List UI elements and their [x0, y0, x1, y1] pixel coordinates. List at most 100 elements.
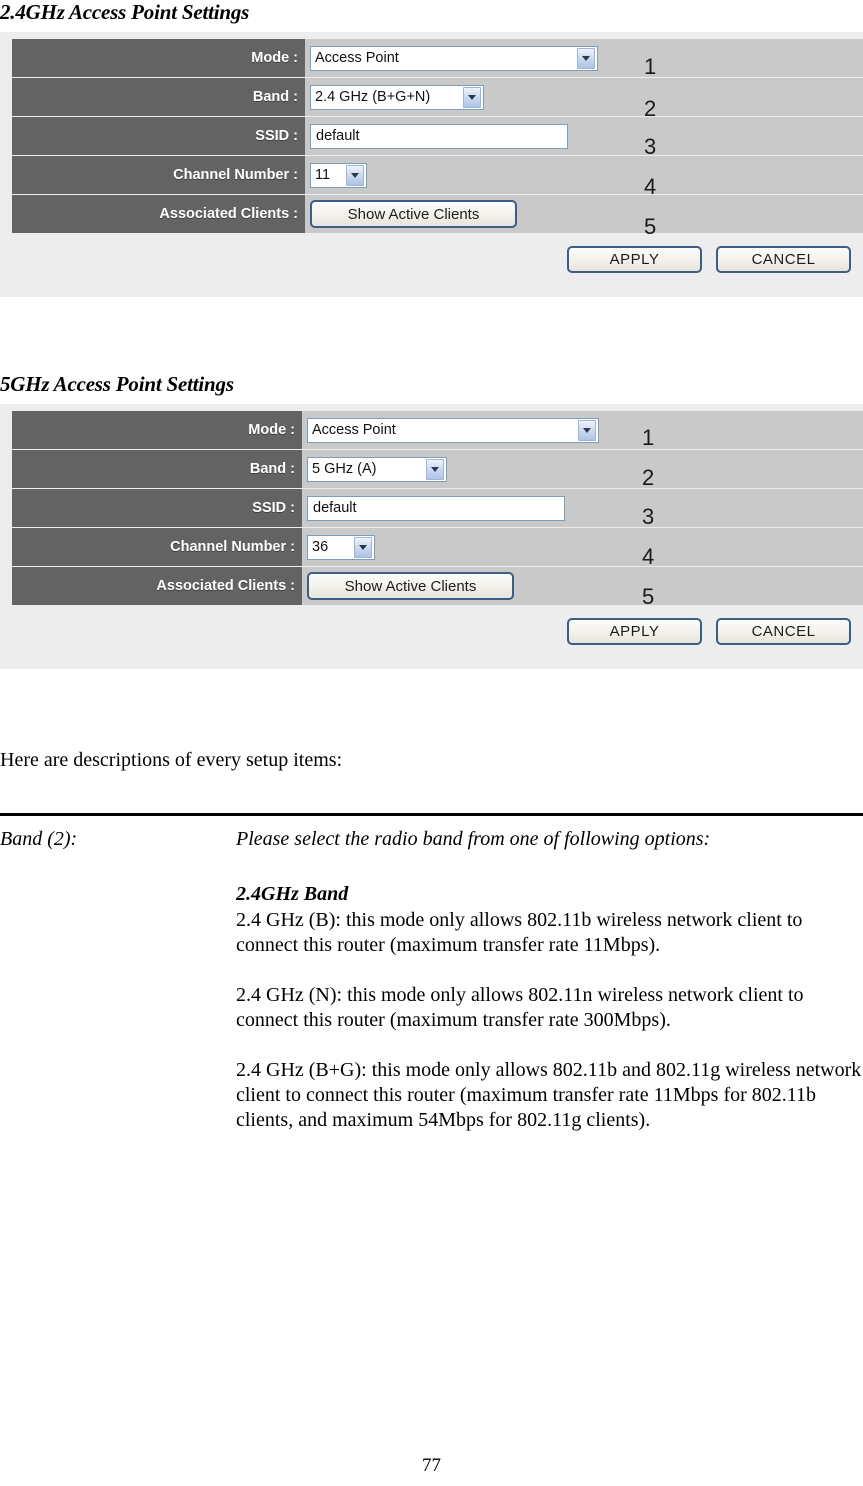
cancel-label: CANCEL	[751, 623, 816, 640]
show-active-clients-button[interactable]: Show Active Clients	[310, 200, 517, 228]
mode-select[interactable]: Access Point	[307, 417, 599, 443]
show-active-clients-button[interactable]: Show Active Clients	[307, 572, 514, 600]
row-label-associated-clients: Associated Clients :	[12, 195, 305, 233]
callout-number-4: 4	[642, 544, 655, 569]
channel-number-select-value: 11	[315, 167, 331, 183]
row-field-band: 2.4 GHz (B+G+N) 2	[305, 78, 863, 120]
table-row: Channel Number : 36 4	[0, 528, 863, 569]
chevron-down-icon[interactable]	[577, 47, 595, 69]
row-label-mode: Mode :	[12, 411, 302, 449]
channel-number-select[interactable]: 11	[310, 162, 367, 188]
chevron-down-icon[interactable]	[346, 164, 364, 186]
definition-body: Please select the radio band from one of…	[236, 827, 863, 1158]
table-row: Associated Clients : Show Active Clients…	[0, 567, 863, 609]
apply-label: APPLY	[609, 251, 660, 268]
callout-number-1: 1	[642, 425, 655, 450]
band-select-value: 2.4 GHz (B+G+N)	[315, 89, 431, 105]
definition-term: Band (2):	[0, 828, 78, 850]
apply-button[interactable]: APPLY	[567, 618, 702, 645]
intro-text: Here are descriptions of every setup ite…	[0, 749, 343, 771]
ssid-input-value: default	[316, 128, 360, 144]
apply-label: APPLY	[609, 623, 660, 640]
page-title-5ghz: 5GHz Access Point Settings	[0, 372, 234, 396]
table-row: Band : 2.4 GHz (B+G+N) 2	[0, 78, 863, 120]
mode-select-value: Access Point	[312, 422, 396, 438]
row-field-channel-number: 36 4	[302, 528, 863, 569]
row-field-ssid: default 3	[305, 117, 863, 159]
definition-lead: Please select the radio band from one of…	[236, 828, 711, 850]
section-5ghz: 5GHz Access Point Settings Mode : Access…	[0, 372, 863, 669]
form-actions-5ghz: APPLY CANCEL	[0, 606, 863, 659]
definition-band: Band (2): Please select the radio band f…	[0, 827, 863, 1158]
definition-paragraph: 2.4 GHz (N): this mode only allows 802.1…	[236, 984, 804, 1031]
table-row: SSID : default 3	[0, 489, 863, 529]
callout-number-5: 5	[642, 584, 655, 609]
row-label-associated-clients: Associated Clients :	[12, 567, 302, 605]
label-text: Channel Number :	[170, 539, 295, 555]
cancel-button[interactable]: CANCEL	[716, 246, 851, 273]
row-field-band: 5 GHz (A) 2	[302, 450, 863, 490]
description-block: Here are descriptions of every setup ite…	[0, 748, 863, 1158]
label-text: SSID :	[255, 128, 298, 144]
definition-paragraph: 2.4 GHz (B): this mode only allows 802.1…	[236, 909, 803, 956]
horizontal-rule	[0, 813, 863, 816]
channel-number-select-value: 36	[312, 539, 329, 555]
callout-number-1: 1	[644, 54, 657, 79]
ssid-input-value: default	[313, 500, 357, 516]
table-row: Mode : Access Point 1	[0, 39, 863, 79]
row-field-associated-clients: Show Active Clients 5	[305, 195, 863, 238]
band-select-value: 5 GHz (A)	[312, 461, 377, 477]
row-label-channel-number: Channel Number :	[12, 528, 302, 566]
ssid-input[interactable]: default	[307, 495, 565, 521]
label-text: Associated Clients :	[156, 578, 295, 594]
table-row: SSID : default 3	[0, 117, 863, 159]
chevron-down-icon[interactable]	[426, 458, 444, 480]
row-label-mode: Mode :	[12, 39, 305, 77]
row-label-ssid: SSID :	[12, 489, 302, 527]
band-select[interactable]: 5 GHz (A)	[307, 456, 447, 482]
callout-number-5: 5	[644, 214, 657, 239]
label-text: Associated Clients :	[159, 206, 298, 222]
row-label-channel-number: Channel Number :	[12, 156, 305, 194]
row-label-band: Band :	[12, 78, 305, 116]
chevron-down-icon[interactable]	[463, 86, 481, 108]
band-select[interactable]: 2.4 GHz (B+G+N)	[310, 84, 484, 110]
page-number: 77	[422, 1455, 441, 1476]
row-field-mode: Access Point 1	[302, 411, 863, 449]
chevron-down-icon[interactable]	[354, 536, 372, 558]
row-field-channel-number: 11 4	[305, 156, 863, 198]
show-active-clients-label: Show Active Clients	[347, 205, 480, 223]
table-row: Band : 5 GHz (A) 2	[0, 450, 863, 490]
label-text: Mode :	[251, 50, 298, 66]
settings-panel-2-4ghz: Mode : Access Point 1 Band : 2.4 GHz (B+…	[0, 32, 863, 297]
mode-select[interactable]: Access Point	[310, 45, 598, 71]
form-actions-2-4ghz: APPLY CANCEL	[0, 234, 863, 287]
chevron-down-icon[interactable]	[578, 419, 596, 441]
label-text: Band :	[249, 461, 295, 477]
label-text: Mode :	[248, 422, 295, 438]
callout-number-2: 2	[642, 465, 655, 490]
mode-select-value: Access Point	[315, 50, 399, 66]
apply-button[interactable]: APPLY	[567, 246, 702, 273]
section-2-4ghz: 2.4GHz Access Point Settings Mode : Acce…	[0, 0, 863, 297]
cancel-button[interactable]: CANCEL	[716, 618, 851, 645]
ssid-input[interactable]: default	[310, 123, 568, 149]
table-row: Channel Number : 11 4	[0, 156, 863, 198]
callout-number-3: 3	[642, 504, 655, 529]
settings-panel-5ghz: Mode : Access Point 1 Band : 5 GHz (A) 2…	[0, 404, 863, 669]
show-active-clients-label: Show Active Clients	[344, 577, 477, 595]
row-field-mode: Access Point 1	[305, 39, 863, 79]
table-row: Mode : Access Point 1	[0, 411, 863, 449]
label-text: Band :	[252, 89, 298, 105]
row-label-ssid: SSID :	[12, 117, 305, 155]
cancel-label: CANCEL	[751, 251, 816, 268]
callout-number-3: 3	[644, 134, 657, 159]
definition-paragraph: 2.4 GHz (B+G): this mode only allows 802…	[236, 1059, 862, 1131]
table-row: Associated Clients : Show Active Clients…	[0, 195, 863, 238]
row-field-associated-clients: Show Active Clients 5	[302, 567, 863, 609]
row-field-ssid: default 3	[302, 489, 863, 529]
definition-sub-heading: 2.4GHz Band	[236, 883, 349, 905]
label-text: SSID :	[252, 500, 295, 516]
channel-number-select[interactable]: 36	[307, 534, 375, 560]
row-label-band: Band :	[12, 450, 302, 488]
